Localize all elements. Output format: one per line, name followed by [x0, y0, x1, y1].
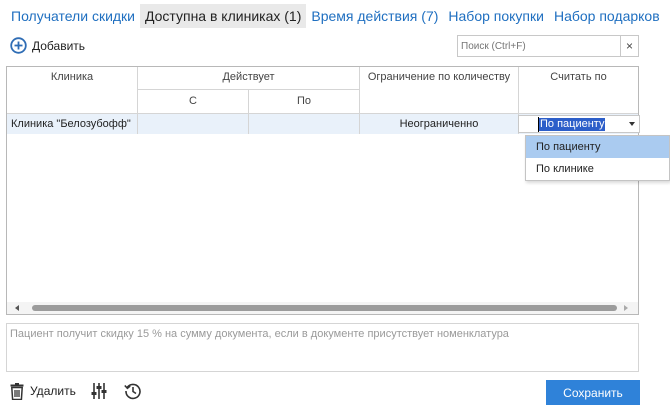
header-from[interactable]: С: [138, 90, 249, 114]
count-by-dropdown: По пациенту По клинике: [525, 135, 670, 181]
save-button[interactable]: Сохранить: [546, 380, 640, 405]
header-valid: Действует: [138, 67, 360, 90]
cell-clinic[interactable]: Клиника "Белозубофф": [7, 114, 138, 134]
add-button-label: Добавить: [32, 38, 86, 53]
search-input[interactable]: [458, 36, 620, 56]
discount-clinics-panel: Получатели скидки Доступна в клиниках (1…: [0, 0, 670, 415]
tab-purchase-set[interactable]: Набор покупки: [443, 4, 549, 28]
clinics-table: Клиника Действует С По Ограничение по ко…: [6, 66, 640, 315]
tab-discount-recipients[interactable]: Получатели скидки: [6, 4, 140, 28]
tab-bar: Получатели скидки Доступна в клиниках (1…: [6, 4, 665, 28]
dropdown-option-by-patient[interactable]: По пациенту: [526, 136, 669, 158]
tab-available-in-clinics[interactable]: Доступна в клиниках (1): [140, 4, 307, 28]
header-clinic[interactable]: Клиника: [7, 67, 138, 114]
discount-description: Пациент получит скидку 15 % на сумму док…: [6, 323, 639, 372]
scroll-left-icon[interactable]: [15, 305, 19, 311]
tab-gift-set[interactable]: Набор подарков: [549, 4, 665, 28]
sliders-icon[interactable]: [91, 382, 107, 400]
header-quantity-limit[interactable]: Ограничение по количеству: [360, 67, 519, 114]
trash-icon: [10, 382, 24, 400]
horizontal-scrollbar[interactable]: [7, 302, 638, 314]
count-by-select[interactable]: По пациенту: [518, 115, 640, 133]
delete-button[interactable]: Удалить: [10, 382, 76, 400]
footer-toolbar: Удалить: [10, 382, 142, 400]
scroll-right-icon[interactable]: [624, 305, 628, 311]
header-to[interactable]: По: [249, 90, 360, 114]
delete-button-label: Удалить: [30, 384, 76, 398]
dropdown-option-by-clinic[interactable]: По клинике: [526, 158, 669, 180]
header-count-by[interactable]: Считать по: [519, 67, 638, 114]
tab-validity-time[interactable]: Время действия (7): [306, 4, 443, 28]
count-by-select-value: По пациенту: [539, 118, 606, 131]
history-icon[interactable]: [124, 382, 142, 400]
scrollbar-thumb[interactable]: [32, 305, 617, 311]
cell-to[interactable]: [249, 114, 360, 134]
add-button[interactable]: Добавить: [10, 37, 85, 54]
plus-circle-icon: [10, 37, 27, 54]
search-box: ×: [457, 35, 639, 57]
cell-quantity-limit[interactable]: Неограниченно: [360, 114, 519, 134]
search-clear-button[interactable]: ×: [620, 36, 638, 56]
chevron-down-icon[interactable]: [629, 122, 635, 126]
cell-from[interactable]: [138, 114, 249, 134]
